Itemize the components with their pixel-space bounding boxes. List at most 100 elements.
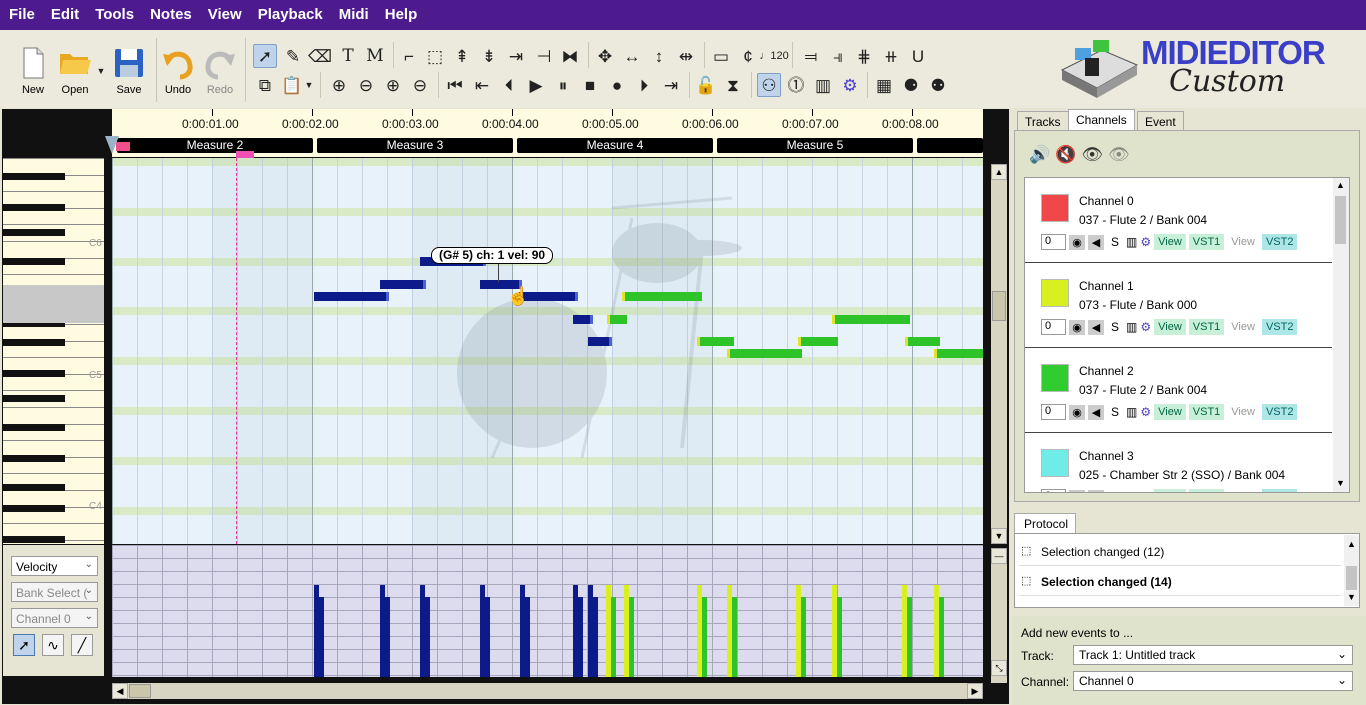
drum-kit-icon[interactable]: ⚉ [926,73,950,97]
note[interactable] [727,349,802,358]
metronome-icon[interactable]: ⧗ [721,73,745,97]
resize-icon[interactable]: ⇹ [674,44,698,68]
open-button[interactable]: Open [50,44,100,96]
eraser-tool-icon[interactable]: ⌫ [308,44,332,68]
channel-spinbox[interactable]: 0 [1041,489,1066,492]
black-key[interactable] [3,455,65,462]
single-edit-tool-icon[interactable]: ➚ [13,634,35,656]
control-select[interactable]: Velocity ⌄ [11,556,98,576]
glue-notes-icon[interactable]: ⧓ [558,44,582,68]
back-marker-icon[interactable]: ⇤ [470,73,494,97]
align-left-icon[interactable]: ⫤ [799,44,823,68]
record-icon[interactable]: ● [605,73,629,97]
settings-gear-icon[interactable]: ⚙ [838,73,862,97]
selected-note[interactable] [380,280,426,289]
selected-note[interactable] [314,292,389,301]
piano-icon[interactable]: ▦ [872,73,896,97]
black-key[interactable] [3,424,65,431]
velocity-bar[interactable] [593,597,598,677]
piano-instrument-icon[interactable]: ▥ [1126,235,1137,249]
menu-playback[interactable]: Playback [250,0,331,30]
scroll-up-icon[interactable]: ▲ [991,164,1007,180]
resize-corner-icon[interactable]: ⤡ [991,660,1007,676]
tab-event[interactable]: Event [1137,111,1184,131]
velocity-bar[interactable] [837,597,842,677]
menu-help[interactable]: Help [377,0,426,30]
velocity-bar[interactable] [611,597,616,677]
tab-protocol[interactable]: Protocol [1014,513,1076,533]
note-grid[interactable] [112,158,983,544]
zoom-horizontal-in-icon[interactable]: ⊕ [381,73,405,97]
note[interactable] [607,315,627,324]
forward-icon[interactable]: ⏵ [632,73,656,97]
stop-icon[interactable]: ■ [578,73,602,97]
channel-settings-gear-icon[interactable]: ⚙ [1140,405,1151,419]
equalize-icon[interactable]: ⋕ [852,44,876,68]
channel-item[interactable]: Channel 0 037 - Flute 2 / Bank 004 0 ◉ ◀ S ▥ ⚙ V… [1025,178,1332,263]
black-key[interactable] [3,536,65,543]
channel-program[interactable]: 037 - Flute 2 / Bank 004 [1079,213,1207,227]
playhead-start-marker-icon[interactable] [104,136,120,156]
channel-program[interactable]: 037 - Flute 2 / Bank 004 [1079,383,1207,397]
vst2-button[interactable]: VST2 [1261,319,1298,335]
velocity-editor[interactable] [112,545,983,677]
forward-marker-icon[interactable]: ⇥ [659,73,683,97]
scroll-thumb[interactable] [1335,196,1346,244]
horizontal-scrollbar[interactable]: ◀ ▶ [112,683,983,699]
zoom-vertical-in-icon[interactable]: ⊕ [327,73,351,97]
measure-label-partial[interactable] [917,138,983,153]
channel-item[interactable]: Channel 2 037 - Flute 2 / Bank 004 0 ◉ ◀ S ▥ ⚙ V… [1025,348,1332,433]
visibility-eye-icon[interactable]: ◉ [1069,319,1085,335]
paste-chevron-icon[interactable]: ▼ [302,73,316,97]
protocol-item-current[interactable]: ⬚ Selection changed (14) [1019,567,1341,596]
vst2-button[interactable]: VST2 [1261,404,1298,420]
redo-button[interactable]: Redo [195,44,245,96]
protocol-list[interactable]: ⬚ Selection changed (12) ⬚ Selection cha… [1014,533,1360,608]
measure-label[interactable]: Measure 5 [717,138,913,153]
visibility-eye-icon[interactable]: ◉ [1069,489,1085,492]
piano-instrument-icon[interactable]: ▥ [1126,320,1137,334]
align-right-icon[interactable]: ⫣ [826,44,850,68]
solo-button[interactable]: S [1111,490,1119,492]
move-vertical-icon[interactable]: ↕ [647,44,671,68]
select-right-icon[interactable]: ⇟ [477,44,501,68]
solo-button[interactable]: S [1111,320,1119,334]
vst1-button[interactable]: VST1 [1188,404,1225,420]
channel-color-swatch[interactable] [1041,364,1069,392]
view-button-secondary[interactable]: View [1227,489,1259,492]
thru-connect-icon[interactable]: ⚇ [757,73,781,97]
protocol-scrollbar[interactable]: ▲ ▼ [1344,535,1359,606]
channel-spinbox[interactable]: 0 [1041,319,1066,335]
view-button-secondary[interactable]: View [1227,404,1259,420]
channel-combo[interactable]: Channel 0 ⌄ [11,608,98,628]
channel-item[interactable]: Channel 3 025 - Chamber Str 2 (SSO) / Ban… [1025,433,1332,492]
free-draw-tool-icon[interactable]: ∿ [42,634,64,656]
piano-instrument-icon[interactable]: ▥ [1126,405,1137,419]
menu-view[interactable]: View [200,0,250,30]
note[interactable] [934,349,983,358]
view-button[interactable]: View [1154,234,1186,250]
play-icon[interactable]: ▶ [524,73,548,97]
vst2-button[interactable]: VST2 [1261,234,1298,250]
tab-tracks[interactable]: Tracks [1017,111,1069,131]
velocity-bar[interactable] [629,597,634,677]
text-tool-icon[interactable]: T [336,44,360,68]
channel-program[interactable]: 025 - Chamber Str 2 (SSO) / Bank 004 [1079,468,1285,482]
channel-color-swatch[interactable] [1041,194,1069,222]
lock-icon[interactable]: 🔓 [694,73,718,97]
black-key[interactable] [3,370,65,377]
zoom-minus-icon[interactable]: — [991,548,1007,564]
view-button-secondary[interactable]: View [1227,234,1259,250]
pause-icon[interactable]: ⏸ [551,73,575,97]
save-button[interactable]: Save [104,44,154,96]
scroll-thumb[interactable] [1346,566,1357,590]
menu-tools[interactable]: Tools [87,0,142,30]
quantize-icon[interactable]: ⧺ [879,44,903,68]
view-button[interactable]: View [1154,489,1186,492]
velocity-bar[interactable] [385,597,390,677]
black-key[interactable] [3,505,65,512]
rewind-start-icon[interactable]: ⏮ [443,73,467,97]
scroll-down-icon[interactable]: ▼ [1336,478,1345,488]
back-icon[interactable]: ⏴ [497,73,521,97]
menu-edit[interactable]: Edit [43,0,87,30]
